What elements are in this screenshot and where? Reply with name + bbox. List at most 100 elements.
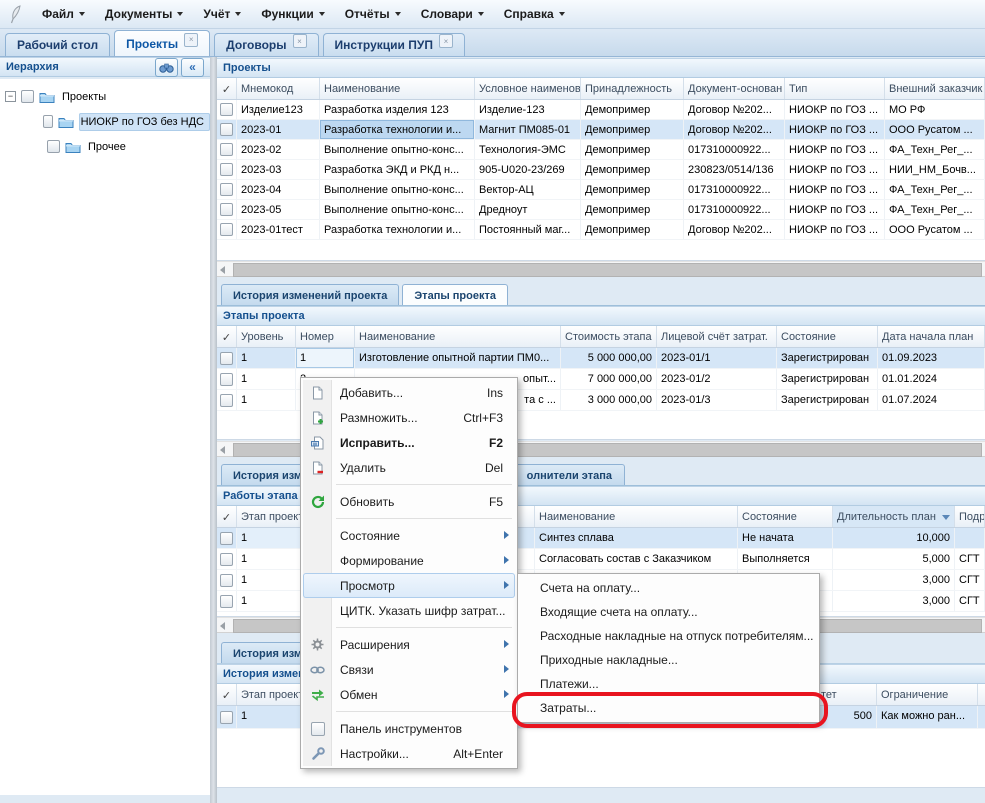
table-cell[interactable]: Зарегистрирован	[777, 348, 878, 368]
table-cell[interactable]: Выполнение опытно-конс...	[320, 140, 475, 159]
table-cell[interactable]: 2023-01тест	[237, 220, 320, 239]
row-checkbox[interactable]	[220, 203, 233, 216]
tab-рабочий-стол[interactable]: Рабочий стол	[5, 33, 110, 56]
table-cell[interactable]: ООО Русатом ...	[885, 220, 985, 239]
table-cell[interactable]: Разработка технологии и...	[320, 220, 475, 239]
column-header[interactable]: Документ-основан	[684, 78, 785, 99]
table-cell[interactable]: 5,000	[833, 549, 955, 569]
table-cell[interactable]: 1	[237, 348, 296, 368]
table-cell[interactable]: 2023-01/3	[657, 390, 777, 410]
table-cell[interactable]: Разработка ЭКД и РКД н...	[320, 160, 475, 179]
tree-checkbox[interactable]	[47, 140, 60, 153]
column-header[interactable]: Номер	[296, 326, 355, 347]
table-cell[interactable]: 905-U020-23/269	[475, 160, 581, 179]
table-cell[interactable]: НИИ_НМ_Бочв...	[885, 160, 985, 179]
table-cell[interactable]: ФА_Техн_Рег_...	[885, 140, 985, 159]
tab-close-icon[interactable]: ×	[293, 34, 307, 48]
table-cell[interactable]: НИОКР по ГОЗ ...	[785, 220, 885, 239]
table-cell[interactable]: 2023-03	[237, 160, 320, 179]
context-menu-item[interactable]: ЦИТК. Указать шифр затрат...	[303, 598, 515, 623]
table-cell[interactable]: Изделие123	[237, 100, 320, 119]
menubar-item-6[interactable]: Словари	[411, 3, 494, 25]
context-menu-item[interactable]: Формирование	[303, 548, 515, 573]
row-checkbox[interactable]	[220, 183, 233, 196]
table-cell[interactable]: Постоянный маг...	[475, 220, 581, 239]
column-header[interactable]: Стоимость этапа	[561, 326, 657, 347]
row-checkbox[interactable]	[220, 574, 233, 587]
column-header[interactable]: Состояние	[777, 326, 878, 347]
submenu-item[interactable]: Расходные накладные на отпуск потребител…	[520, 624, 817, 648]
table-cell[interactable]	[217, 140, 237, 159]
context-menu-item[interactable]: ОбновитьF5	[303, 489, 515, 514]
menubar-item-1[interactable]: Файл	[32, 3, 95, 25]
menubar-item-4[interactable]: Функции	[251, 3, 334, 25]
table-cell[interactable]: Выполнение опытно-конс...	[320, 200, 475, 219]
submenu-item[interactable]: Счета на оплату...	[520, 576, 817, 600]
expand-toggle-icon[interactable]: −	[5, 91, 16, 102]
table-cell[interactable]	[217, 180, 237, 199]
table-cell[interactable]: 2023-05	[237, 200, 320, 219]
context-menu-item[interactable]: Просмотр	[303, 573, 515, 598]
scroll-left-arrow-icon[interactable]	[220, 622, 225, 630]
row-checkbox[interactable]	[220, 123, 233, 136]
column-header[interactable]: Внешний заказчик	[885, 78, 985, 99]
table-cell[interactable]: 7 000 000,00	[561, 369, 657, 389]
table-cell[interactable]: Демопример	[581, 200, 684, 219]
table-row[interactable]: 2023-01Разработка технологии и...Магнит …	[217, 120, 985, 140]
column-header[interactable]: Условное наименова	[475, 78, 581, 99]
table-cell[interactable]: 3,000	[833, 591, 955, 611]
scroll-left-arrow-icon[interactable]	[220, 446, 225, 454]
table-cell[interactable]: Демопример	[581, 180, 684, 199]
table-cell[interactable]	[217, 528, 237, 548]
table-cell[interactable]	[217, 570, 237, 590]
tab-инструкции-пуп[interactable]: Инструкции ПУП×	[323, 33, 465, 56]
table-cell[interactable]: Демопример	[581, 100, 684, 119]
table-cell[interactable]	[217, 220, 237, 239]
column-header[interactable]: Состояние	[738, 506, 833, 527]
table-cell[interactable]: Согласовать состав с Заказчиком	[535, 549, 738, 569]
table-cell[interactable]	[217, 120, 237, 139]
table-cell[interactable]	[217, 160, 237, 179]
row-checkbox[interactable]	[220, 373, 233, 386]
tab-договоры[interactable]: Договоры×	[214, 33, 318, 56]
context-menu-item[interactable]: Настройки...Alt+Enter	[303, 741, 515, 766]
table-cell[interactable]: Демопример	[581, 220, 684, 239]
table-cell[interactable]: 01.07.2024	[878, 390, 985, 410]
table-cell[interactable]	[217, 390, 237, 410]
table-cell[interactable]: 01.09.2023	[878, 348, 985, 368]
menubar-item-5[interactable]: Отчёты	[335, 3, 411, 25]
column-header[interactable]: Мнемокод	[237, 78, 320, 99]
table-cell[interactable]: НИОКР по ГОЗ ...	[785, 180, 885, 199]
table-cell[interactable]	[217, 369, 237, 389]
table-row[interactable]: 2023-02Выполнение опытно-конс...Технолог…	[217, 140, 985, 160]
collapse-sidebar-button[interactable]: «	[181, 58, 204, 77]
table-cell[interactable]: 1	[237, 390, 296, 410]
search-button[interactable]	[155, 58, 178, 77]
table-cell[interactable]: ФА_Техн_Рег_...	[885, 200, 985, 219]
table-cell[interactable]: Демопример	[581, 120, 684, 139]
tree-checkbox[interactable]	[21, 90, 34, 103]
horizontal-scrollbar[interactable]	[217, 261, 985, 277]
column-header[interactable]: Длительность план	[833, 506, 955, 527]
table-cell[interactable]: СГТ	[955, 570, 985, 590]
table-cell[interactable]	[217, 549, 237, 569]
table-cell[interactable]: Изготовление опытной партии ПМ0...	[355, 348, 561, 368]
table-cell[interactable]: Договор №202...	[684, 100, 785, 119]
row-checkbox[interactable]	[220, 553, 233, 566]
table-cell[interactable]: 5 000 000,00	[561, 348, 657, 368]
table-cell[interactable]: Синтез сплава	[535, 528, 738, 548]
column-header[interactable]: Наименование	[355, 326, 561, 347]
column-header[interactable]: Принадлежность	[581, 78, 684, 99]
tree-node[interactable]: НИОКР по ГОЗ без НДС	[0, 109, 210, 134]
row-checkbox[interactable]	[220, 103, 233, 116]
table-cell[interactable]: 2023-01/2	[657, 369, 777, 389]
table-cell[interactable]	[978, 706, 985, 728]
table-cell[interactable]: 017310000922...	[684, 140, 785, 159]
row-checkbox[interactable]	[220, 394, 233, 407]
table-cell[interactable]	[217, 591, 237, 611]
context-menu-item[interactable]: Добавить...Ins	[303, 380, 515, 405]
table-cell[interactable]: НИОКР по ГОЗ ...	[785, 140, 885, 159]
splitter-handle[interactable]	[210, 57, 217, 803]
tab-close-icon[interactable]: ×	[439, 34, 453, 48]
table-cell[interactable]: Зарегистрирован	[777, 369, 878, 389]
